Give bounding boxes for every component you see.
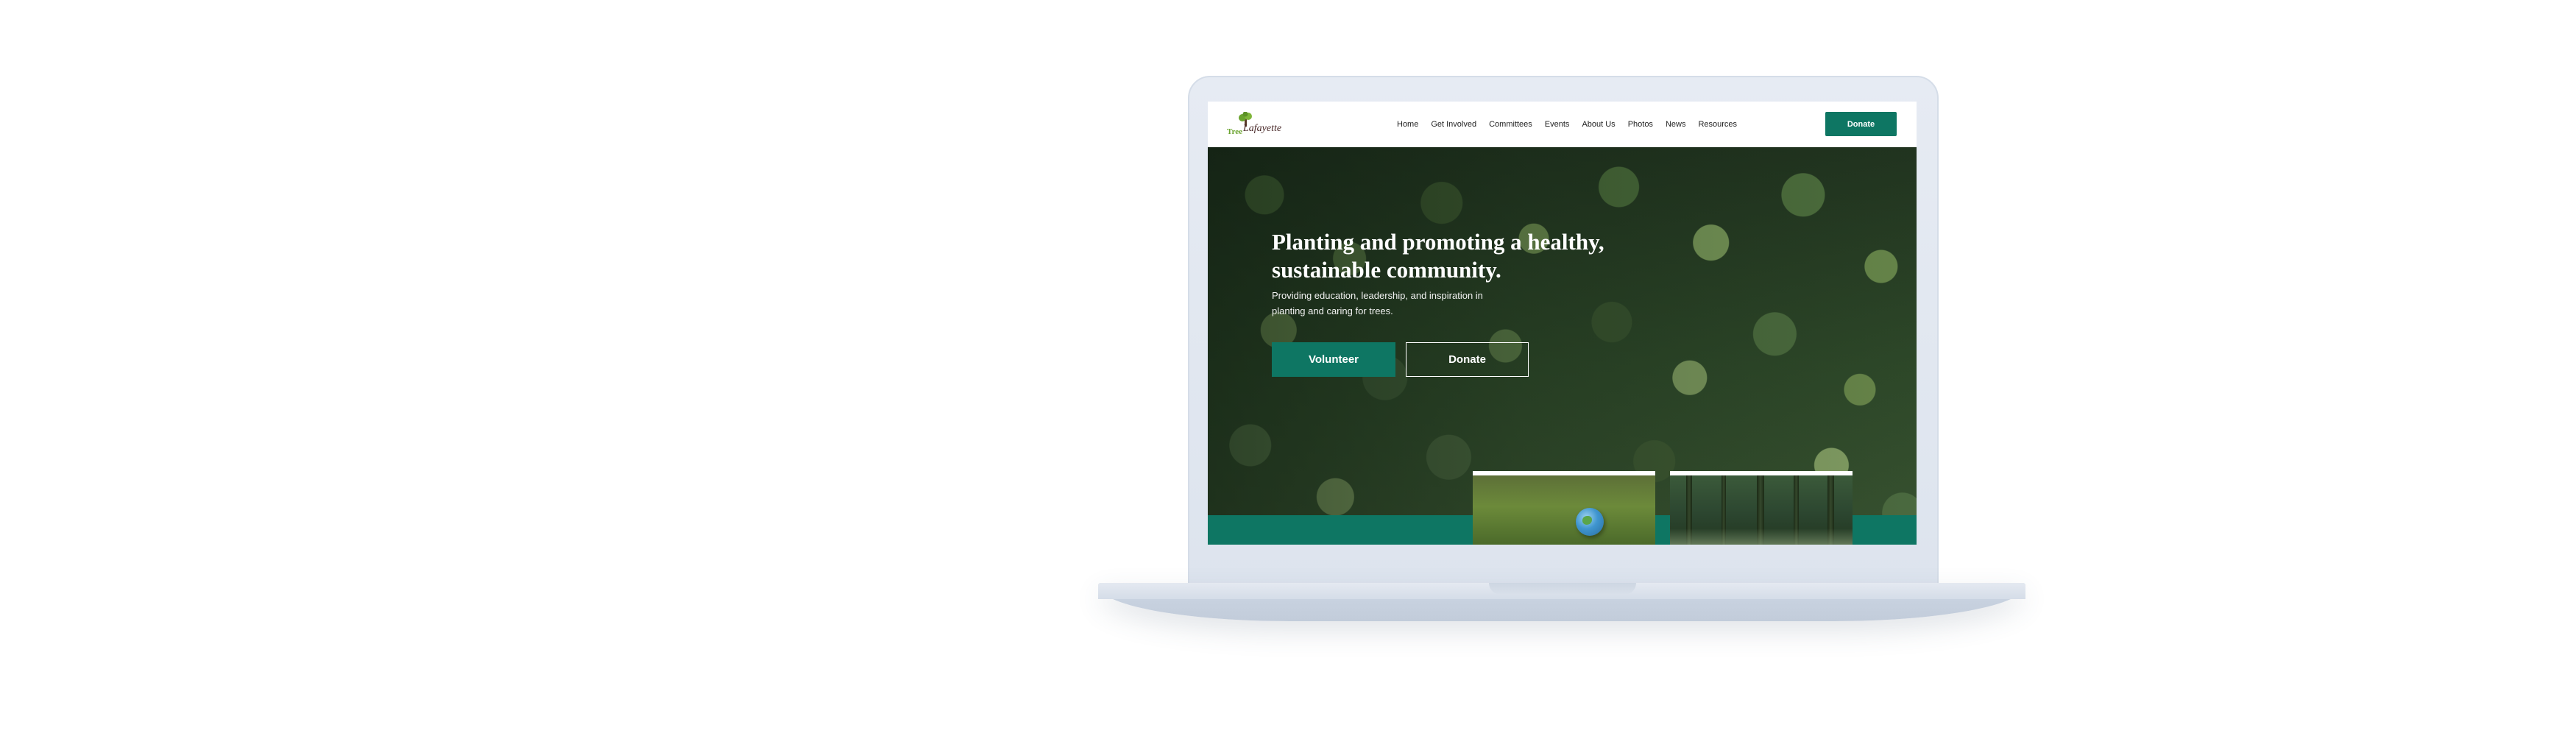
site-header: Tree Lafayette Home Get Involved Committ… bbox=[1208, 102, 1917, 147]
card-image-forest bbox=[1670, 475, 1853, 545]
nav-item-get-involved[interactable]: Get Involved bbox=[1431, 118, 1476, 131]
browser-screen: Tree Lafayette Home Get Involved Committ… bbox=[1208, 102, 1917, 545]
header-donate-button[interactable]: Donate bbox=[1825, 112, 1897, 136]
globe-icon bbox=[1576, 508, 1604, 536]
card-image-globe-on-grass bbox=[1473, 475, 1655, 545]
nav-item-about-us[interactable]: About Us bbox=[1582, 118, 1615, 131]
hero-donate-button[interactable]: Donate bbox=[1406, 342, 1529, 377]
site-logo[interactable]: Tree Lafayette bbox=[1227, 112, 1289, 137]
laptop-notch bbox=[1489, 583, 1636, 595]
nav-item-committees[interactable]: Committees bbox=[1489, 118, 1532, 131]
hero-heading: Planting and promoting a healthy, sustai… bbox=[1272, 229, 1604, 283]
feature-card-forest[interactable] bbox=[1670, 471, 1853, 545]
nav-item-resources[interactable]: Resources bbox=[1698, 118, 1737, 131]
feature-card-globe[interactable] bbox=[1473, 471, 1655, 545]
logo-word-lafayette: Lafayette bbox=[1243, 123, 1282, 134]
hero-section: Planting and promoting a healthy, sustai… bbox=[1208, 147, 1917, 545]
nav-item-home[interactable]: Home bbox=[1397, 118, 1418, 131]
nav-item-events[interactable]: Events bbox=[1545, 118, 1570, 131]
nav-item-photos[interactable]: Photos bbox=[1628, 118, 1653, 131]
main-nav: Home Get Involved Committees Events Abou… bbox=[1397, 118, 1737, 131]
hero-subheading: Providing education, leadership, and ins… bbox=[1272, 290, 1483, 316]
logo-word-tree: Tree bbox=[1227, 127, 1242, 136]
nav-item-news[interactable]: News bbox=[1666, 118, 1686, 131]
forest-ground bbox=[1670, 528, 1853, 545]
volunteer-button[interactable]: Volunteer bbox=[1272, 342, 1395, 377]
